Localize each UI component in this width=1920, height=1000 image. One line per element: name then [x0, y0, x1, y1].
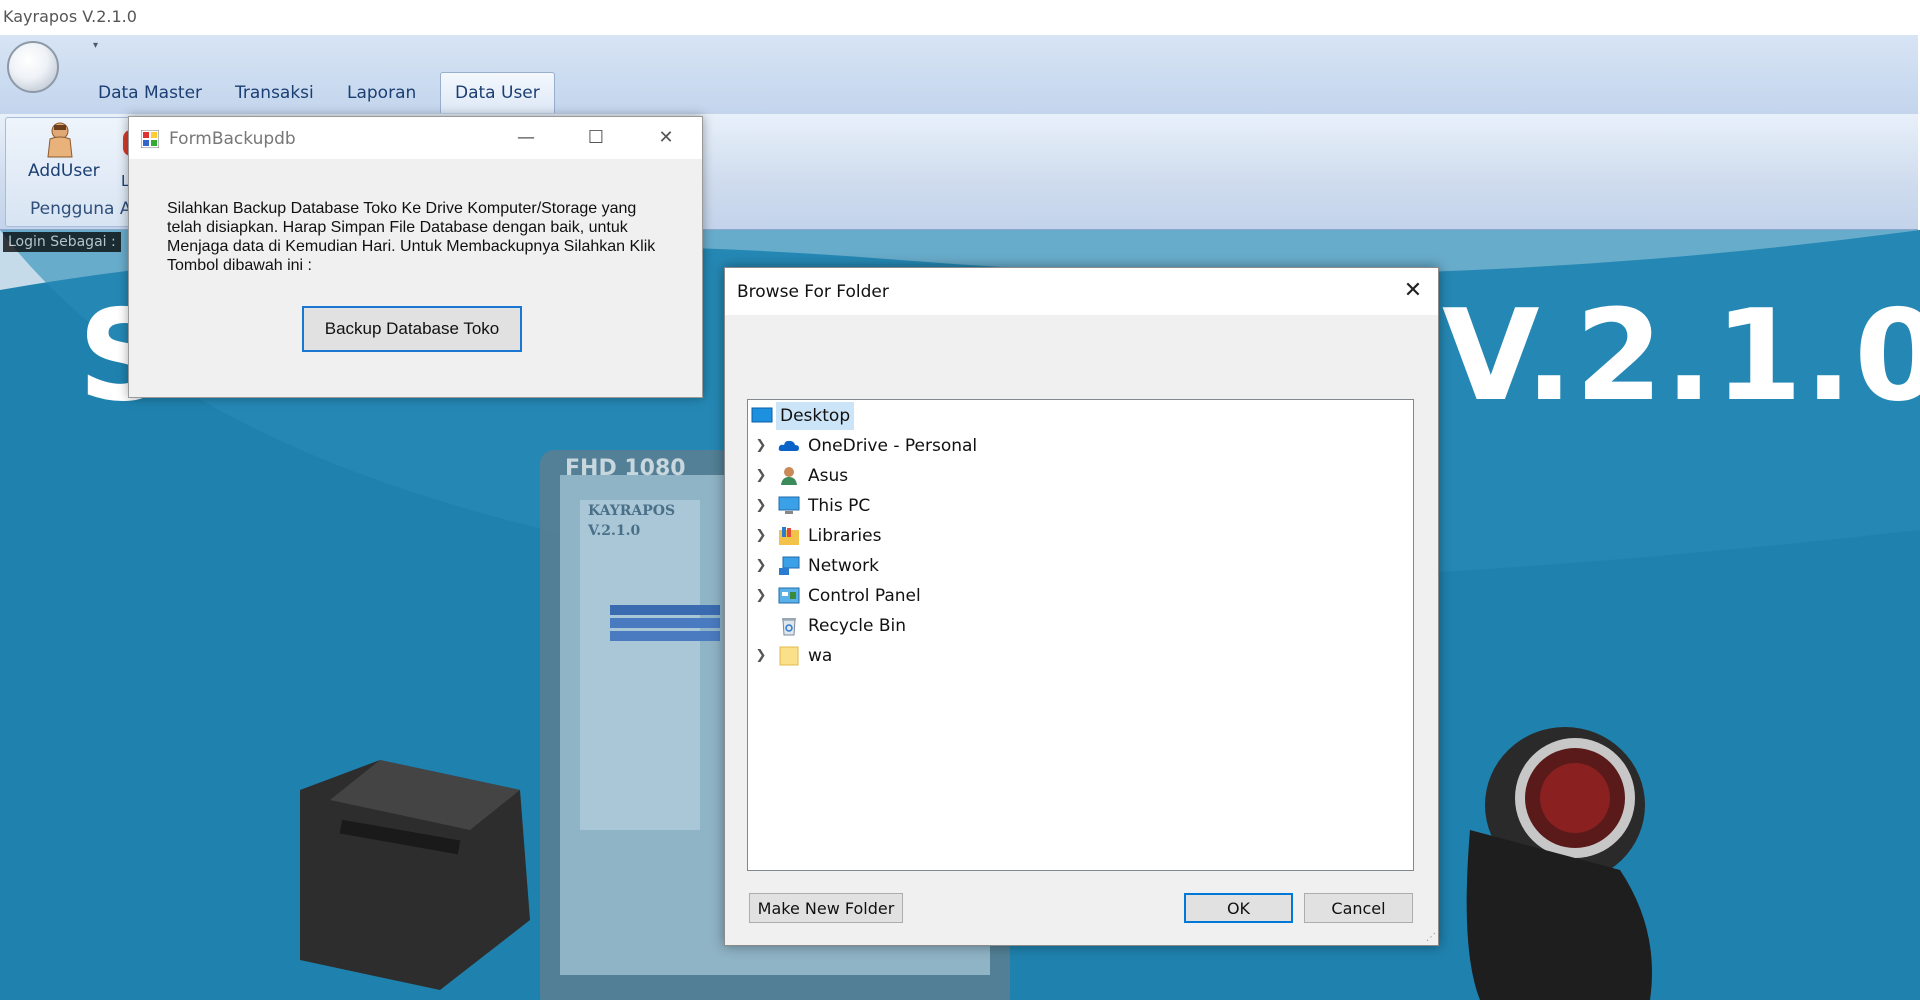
app-title-bar: Kayrapos V.2.1.0	[0, 0, 1920, 35]
desktop-icon	[751, 407, 773, 423]
folder-icon	[779, 646, 799, 666]
tree-item-label: Control Panel	[808, 586, 921, 606]
tree-item-wa[interactable]: ❯ wa	[748, 642, 1408, 670]
splash-logo-version: V.2.1.0	[1442, 282, 1920, 429]
tab-laporan[interactable]: Laporan	[333, 73, 430, 113]
cancel-button[interactable]: Cancel	[1304, 893, 1413, 923]
ok-button[interactable]: OK	[1184, 893, 1293, 923]
ribbon-group-label: Pengguna A	[30, 199, 132, 219]
tree-item-asus[interactable]: ❯ Asus	[748, 462, 1408, 490]
resize-grip-icon[interactable]: ⋰	[1426, 932, 1436, 943]
user-icon	[781, 467, 797, 485]
chevron-right-icon[interactable]: ❯	[754, 582, 768, 610]
backup-form-title: FormBackupdb	[169, 129, 296, 149]
tree-item-recycle-bin[interactable]: Recycle Bin	[748, 612, 1408, 640]
svg-text:V.2.1.0: V.2.1.0	[587, 523, 641, 539]
chevron-right-icon[interactable]: ❯	[754, 492, 768, 520]
add-user-button[interactable]: AddUser	[28, 161, 100, 181]
tree-item-label: OneDrive - Personal	[808, 436, 978, 456]
tree-item-label: wa	[808, 646, 833, 666]
browse-dialog-title-bar[interactable]: Browse For Folder ✕	[725, 268, 1438, 315]
browse-folder-dialog: Browse For Folder ✕ Desktop ❯ OneDrive -…	[724, 267, 1439, 946]
backup-form-window: FormBackupdb — ☐ ✕ Silahkan Backup Datab…	[128, 116, 703, 398]
browse-dialog-title: Browse For Folder	[737, 282, 889, 302]
tree-item-label: Desktop	[776, 402, 855, 430]
close-button[interactable]: ✕	[1390, 274, 1436, 308]
folder-tree[interactable]: Desktop ❯ OneDrive - Personal ❯ Asus ❯ T…	[747, 399, 1414, 871]
tree-item-onedrive[interactable]: ❯ OneDrive - Personal	[748, 432, 1408, 460]
chevron-right-icon[interactable]: ❯	[754, 462, 768, 490]
maximize-button[interactable]: ☐	[573, 123, 619, 153]
tree-item-network[interactable]: ❯ Network	[748, 552, 1408, 580]
tree-item-libraries[interactable]: ❯ Libraries	[748, 522, 1408, 550]
tree-item-label: Network	[808, 556, 879, 576]
tree-item-label: This PC	[808, 496, 871, 516]
network-icon	[779, 556, 800, 575]
recycle-bin-icon	[782, 618, 796, 636]
cloud-icon	[778, 440, 799, 451]
tree-item-label: Recycle Bin	[808, 616, 907, 636]
tree-item-this-pc[interactable]: ❯ This PC	[748, 492, 1408, 520]
chevron-right-icon[interactable]: ❯	[754, 642, 768, 670]
close-button[interactable]: ✕	[643, 123, 689, 153]
control-panel-icon	[778, 587, 800, 604]
tab-data-master[interactable]: Data Master	[84, 73, 216, 113]
chevron-right-icon[interactable]: ❯	[754, 432, 768, 460]
form-app-icon	[141, 130, 159, 148]
quick-access-dropdown-icon[interactable]: ▾	[93, 40, 98, 51]
svg-text:KAYRAPOS: KAYRAPOS	[588, 503, 675, 519]
svg-text:FHD 1080: FHD 1080	[565, 456, 686, 481]
chevron-right-icon[interactable]: ❯	[754, 552, 768, 580]
tree-item-desktop[interactable]: Desktop	[748, 402, 1408, 430]
backup-instructions: Silahkan Backup Database Toko Ke Drive K…	[167, 200, 656, 274]
application-menu-orb[interactable]	[7, 41, 59, 93]
computer-icon	[778, 496, 800, 514]
app-title: Kayrapos V.2.1.0	[3, 7, 137, 26]
backup-form-title-bar[interactable]: FormBackupdb — ☐ ✕	[129, 117, 702, 159]
tab-data-user[interactable]: Data User	[440, 72, 555, 113]
tree-item-control-panel[interactable]: ❯ Control Panel	[748, 582, 1408, 610]
chevron-right-icon[interactable]: ❯	[754, 522, 768, 550]
tree-item-label: Libraries	[808, 526, 882, 546]
add-user-icon[interactable]	[46, 121, 74, 159]
minimize-button[interactable]: —	[503, 123, 549, 153]
library-icon	[779, 527, 799, 545]
backup-database-button[interactable]: Backup Database Toko	[302, 306, 522, 352]
make-new-folder-button[interactable]: Make New Folder	[749, 893, 903, 923]
tab-transaksi[interactable]: Transaksi	[221, 73, 328, 113]
login-status-label: Login Sebagai :	[3, 232, 121, 252]
tree-item-label: Asus	[808, 466, 849, 486]
